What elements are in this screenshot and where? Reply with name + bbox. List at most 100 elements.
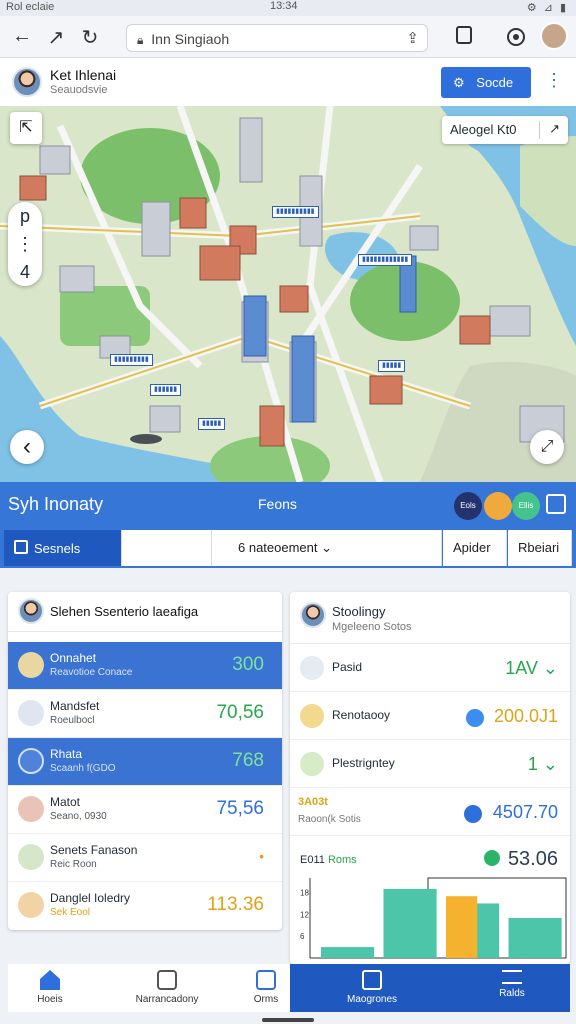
back-icon[interactable]: ← [10,25,34,48]
stat-value: 1AV ⌄ [505,658,558,678]
list-icon [502,970,522,984]
share-icon[interactable]: ⇪ [406,29,419,47]
stat-row[interactable]: Renotaooy 200.0J1 [290,692,570,740]
stat-name: Plestrigntey [332,756,395,770]
profile-avatar[interactable] [540,22,568,50]
stat-name: Renotaooy [332,708,391,722]
map-search-value: Aleogel Kt0 [450,122,517,137]
bar [383,888,437,958]
nav-maogrones[interactable]: Maogrones [290,964,454,1012]
header-action-button[interactable]: ⚙ Socde [441,67,531,98]
tab-dropdown[interactable]: 6 nateoement ⌄ [212,530,442,566]
map-search-field[interactable]: Aleogel Kt0 ↗ [442,116,568,144]
city-map[interactable]: ▮▮▮▮▮▮▮▮▮▮ ▮▮▮▮▮▮▮▮▮▮▮▮ ▮▮▮▮▮▮▮▮▮ ▮▮▮▮▮▮… [0,106,576,482]
list-item[interactable]: Onnahet Reavotioe Conace 300 [8,642,282,690]
item-value: 768 [232,750,264,771]
stat-value: 4507.70 [492,802,558,822]
zoom-out-button[interactable]: 4 [8,258,42,286]
panel-header: Syh Inonaty Feons Eols Ellis [0,482,576,528]
stat-row[interactable]: Pasid 1AV ⌄ [290,644,570,692]
collapse-map-icon[interactable]: ⇱ [10,112,42,144]
zoom-controls: p ⋮ 4 [8,202,42,286]
stat-value: 200.0J1 [493,706,558,726]
stat-row[interactable]: 3A03t Raoon(k Sotis 4507.70 [290,788,570,836]
stats-card-title: Stoolingy [332,604,386,619]
nav-label: Ralds [499,988,525,999]
stat-name: Pasid [332,660,363,674]
chart-value: 53.06 [484,848,558,871]
nav-label: Narrancadony [135,994,199,1005]
item-value: 75,56 [216,798,264,819]
panel-center-label: Feons [258,496,297,512]
list-item[interactable]: Matot Seano, 0930 75,56 [8,786,282,834]
map-label[interactable]: ▮▮▮▮▮▮▮▮▮▮▮▮ [358,254,413,266]
map-back-button[interactable]: ‹ [10,430,44,464]
nav-narrancadony[interactable]: Narrancadony [92,964,242,1012]
browser-menu-icon[interactable] [507,28,525,46]
tab-rbeiari[interactable]: Rbeiari [508,530,572,566]
status-dot[interactable] [484,492,512,520]
item-name: Danglel Ioledry [50,891,131,905]
nav-label: Maogrones [346,994,398,1005]
nav-label: Orms [253,994,279,1005]
home-icon [40,970,60,990]
item-name: Rhata [50,747,83,761]
forward-icon[interactable]: ↗ [44,25,68,50]
lock-icon: 🔒︎ [137,33,144,47]
chart-title: E011 Roms [300,854,357,866]
y-tick-label: 12 [300,910,309,919]
item-name: Mandsfet [50,699,100,713]
item-sub: Reavotioe Conace [50,667,133,678]
item-name: Senets Fanason [50,843,138,857]
tabs-icon[interactable] [456,26,472,44]
map-label[interactable]: ▮▮▮▮▮ [198,418,226,430]
list-item[interactable]: Rhata Scaanh f(GDO 768 [8,738,282,786]
fullscreen-icon[interactable]: ⤢ [530,430,564,464]
message-icon [157,970,177,990]
list-item[interactable]: Senets Fanason Reic Roon • [8,834,282,882]
stats-card-header: Stoolingy Mgeleeno Sotos [290,592,570,644]
zoom-in-button[interactable]: p [8,202,42,230]
bar-chart: 18 12 6 [300,877,567,959]
tab-blank[interactable] [122,530,212,566]
user-avatar[interactable] [12,67,42,97]
tab-sesnels[interactable]: Sesnels [4,530,122,566]
list-item[interactable]: Danglel Ioledry Sek Eool 113.36 [8,882,282,930]
more-options-icon[interactable]: ⋮ [545,70,563,91]
map-label[interactable]: ▮▮▮▮▮▮▮▮▮▮ [272,206,319,218]
bottom-navigation: Hoeis Narrancadony Orms Maogrones Ralds [8,964,570,1012]
map-label[interactable]: ▮▮▮▮▮▮ [150,384,182,396]
header-action-label: Socde [476,75,514,90]
inbox-icon [362,970,382,990]
status-bar: Rol eclaie 13:34 ⚙ ⊿ ▮ [0,0,576,16]
reload-icon[interactable]: ↻ [78,25,102,50]
bar [508,918,562,958]
app-header: Ket Ihlenai Seauodsvie ⚙ Socde ⋮ [0,58,576,106]
stats-card-subtitle: Mgeleeno Sotos [332,621,412,633]
building-icon [300,704,324,728]
status-dot[interactable]: Eols [454,492,482,520]
tab-apider[interactable]: Apider [443,530,507,566]
item-icon [18,652,44,678]
card-avatar [18,598,44,624]
nav-ralds[interactable]: Ralds [454,964,570,1012]
tab-bar: Sesnels 6 nateoement ⌄ Apider Rbeiari [0,528,576,568]
home-indicator [262,1018,314,1022]
status-dot[interactable]: Ellis [512,492,540,520]
settings-icon: ⚙ [453,75,465,90]
item-sub: Seano, 0930 [50,811,107,822]
item-name: Matot [50,795,81,809]
nav-orms[interactable]: Orms [242,964,290,1012]
open-external-icon[interactable]: ↗ [549,121,560,137]
item-sub: Scaanh f(GDO [50,763,116,774]
stat-row[interactable]: Plestrigntey 1 ⌄ [290,740,570,788]
list-item[interactable]: Mandsfet Roeulbocl 70,56 [8,690,282,738]
bar [321,947,375,958]
divider [539,121,540,139]
stat-tag: 3A03t [298,796,328,808]
external-link-icon[interactable] [546,494,566,514]
map-label[interactable]: ▮▮▮▮▮ [378,360,406,372]
map-label[interactable]: ▮▮▮▮▮▮▮▮▮ [110,354,153,366]
address-bar[interactable]: 🔒︎ Inn Singiaoh ⇪ [126,24,428,52]
nav-home[interactable]: Hoeis [8,964,92,1012]
